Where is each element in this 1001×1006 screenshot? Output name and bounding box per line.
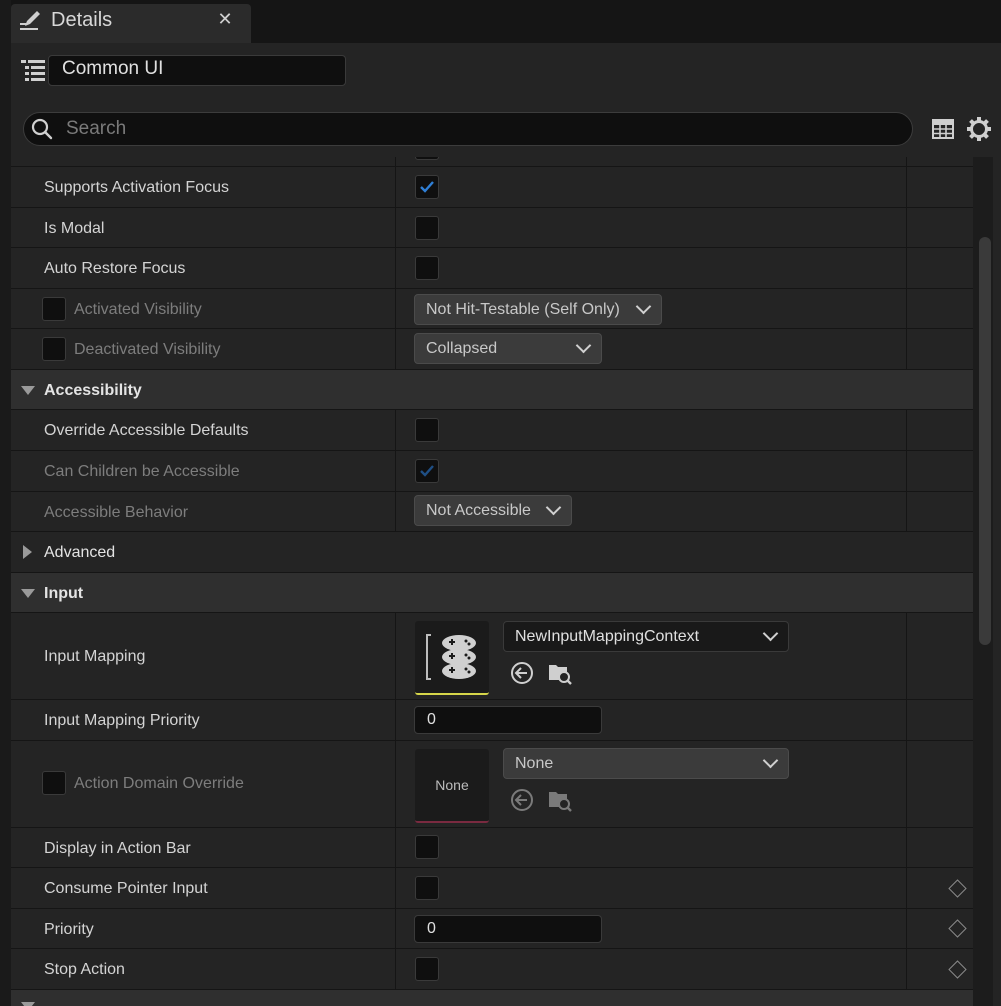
row-supports-activation-focus: Supports Activation Focus xyxy=(11,167,973,208)
expand-arrow-icon[interactable] xyxy=(21,589,35,598)
asset-picker-value: NewInputMappingContext xyxy=(515,628,700,645)
expand-arrow-icon[interactable] xyxy=(21,1002,35,1006)
action-domain-asset-picker[interactable]: None xyxy=(503,748,789,779)
property-label: Auto Restore Focus xyxy=(44,260,186,277)
property-label: Is Modal xyxy=(44,220,105,237)
row-can-children-be-accessible: Can Children be Accessible xyxy=(11,451,973,492)
checkbox[interactable] xyxy=(415,157,439,160)
asset-thumbnail[interactable]: None xyxy=(415,749,489,823)
category-input[interactable]: Input xyxy=(11,573,973,613)
row-activated-visibility: Activated Visibility Not Hit-Testable (S… xyxy=(11,289,973,329)
category-label: Advanced xyxy=(44,544,116,561)
expand-arrow-icon[interactable] xyxy=(21,386,35,395)
browse-folder-icon[interactable] xyxy=(547,787,573,813)
row-consume-pointer-input: Consume Pointer Input xyxy=(11,868,973,909)
property-grid: Supports Activation Focus Is Modal Auto … xyxy=(11,157,973,1006)
row-deactivated-visibility: Deactivated Visibility Collapsed xyxy=(11,329,973,370)
dropdown-value: Not Hit-Testable (Self Only) xyxy=(426,301,620,318)
property-label: Input Mapping Priority xyxy=(44,712,200,729)
is-modal-checkbox[interactable] xyxy=(415,216,439,240)
category-label: Accessibility xyxy=(44,382,142,399)
use-selected-arrow-icon[interactable] xyxy=(509,787,535,813)
dropdown-value: Not Accessible xyxy=(426,502,531,519)
close-icon[interactable]: ✕ xyxy=(216,10,234,28)
pencil-edit-icon xyxy=(20,11,40,30)
category-advanced[interactable]: Advanced xyxy=(11,532,973,573)
gamepad-stack-icon xyxy=(426,634,476,680)
partial-row xyxy=(11,157,973,167)
row-input-mapping-priority: Input Mapping Priority 0 xyxy=(11,700,973,741)
row-is-modal: Is Modal xyxy=(11,208,973,248)
property-label: Input Mapping xyxy=(44,648,146,665)
keyframe-diamond-icon[interactable] xyxy=(948,919,967,938)
tab-title: Details xyxy=(51,9,113,31)
priority-field[interactable]: 0 xyxy=(414,915,602,943)
property-label: Deactivated Visibility xyxy=(74,341,221,358)
activated-visibility-override-checkbox[interactable] xyxy=(42,297,66,321)
scrollbar-thumb[interactable] xyxy=(979,237,991,645)
row-auto-restore-focus: Auto Restore Focus xyxy=(11,248,973,289)
chevron-down-icon xyxy=(635,298,652,315)
supports-activation-focus-checkbox[interactable] xyxy=(415,175,439,199)
chevron-down-icon xyxy=(575,337,592,354)
property-label: Priority xyxy=(44,921,94,938)
category-accessibility[interactable]: Accessibility xyxy=(11,370,973,410)
display-in-action-bar-checkbox[interactable] xyxy=(415,835,439,859)
use-selected-arrow-icon[interactable] xyxy=(509,660,535,686)
stop-action-checkbox[interactable] xyxy=(415,957,439,981)
browse-folder-icon[interactable] xyxy=(547,660,573,686)
auto-restore-focus-checkbox[interactable] xyxy=(415,256,439,280)
input-mapping-asset-picker[interactable]: NewInputMappingContext xyxy=(503,621,789,652)
keyframe-diamond-icon[interactable] xyxy=(948,879,967,898)
search-input[interactable] xyxy=(64,114,888,144)
object-name-field[interactable]: Common UI xyxy=(48,55,346,86)
hierarchy-list-icon xyxy=(21,60,45,81)
row-input-mapping: Input Mapping NewInputMappingContext xyxy=(11,613,973,700)
row-override-accessible-defaults: Override Accessible Defaults xyxy=(11,410,973,451)
details-tab[interactable] xyxy=(11,4,251,43)
row-display-in-action-bar: Display in Action Bar xyxy=(11,828,973,868)
property-label: Supports Activation Focus xyxy=(44,179,229,196)
checkmark-icon xyxy=(420,181,434,193)
chevron-down-icon xyxy=(762,625,779,642)
row-stop-action: Stop Action xyxy=(11,949,973,990)
property-label: Display in Action Bar xyxy=(44,840,191,857)
panel-edge xyxy=(993,157,1001,1006)
input-mapping-priority-field[interactable]: 0 xyxy=(414,706,602,734)
category-label: Input xyxy=(44,585,84,602)
row-action-domain-override: Action Domain Override None None xyxy=(11,741,973,828)
category-partial[interactable] xyxy=(11,990,973,1006)
dropdown-value: Collapsed xyxy=(426,340,498,357)
accessible-behavior-dropdown[interactable]: Not Accessible xyxy=(414,495,572,526)
property-label: Accessible Behavior xyxy=(44,504,189,521)
property-label: Override Accessible Defaults xyxy=(44,422,249,439)
deactivated-visibility-override-checkbox[interactable] xyxy=(42,337,66,361)
gear-icon[interactable] xyxy=(966,116,992,142)
collapse-arrow-icon[interactable] xyxy=(23,545,32,559)
property-label: Action Domain Override xyxy=(74,775,244,792)
table-grid-icon[interactable] xyxy=(931,117,955,141)
keyframe-diamond-icon[interactable] xyxy=(948,960,967,979)
property-label: Can Children be Accessible xyxy=(44,463,240,480)
chevron-down-icon xyxy=(545,499,562,516)
property-label: Stop Action xyxy=(44,961,125,978)
checkmark-icon xyxy=(420,465,434,477)
can-children-be-accessible-checkbox[interactable] xyxy=(415,459,439,483)
deactivated-visibility-dropdown[interactable]: Collapsed xyxy=(414,333,602,364)
chevron-down-icon xyxy=(762,752,779,769)
row-priority: Priority 0 xyxy=(11,909,973,949)
property-label: Activated Visibility xyxy=(74,301,202,318)
override-accessible-defaults-checkbox[interactable] xyxy=(415,418,439,442)
action-domain-override-checkbox[interactable] xyxy=(42,771,66,795)
row-accessible-behavior: Accessible Behavior Not Accessible xyxy=(11,492,973,532)
asset-picker-value: None xyxy=(515,755,554,772)
consume-pointer-input-checkbox[interactable] xyxy=(415,876,439,900)
activated-visibility-dropdown[interactable]: Not Hit-Testable (Self Only) xyxy=(414,294,662,325)
property-label: Consume Pointer Input xyxy=(44,880,208,897)
search-icon xyxy=(31,118,53,140)
asset-thumbnail[interactable] xyxy=(415,621,489,695)
